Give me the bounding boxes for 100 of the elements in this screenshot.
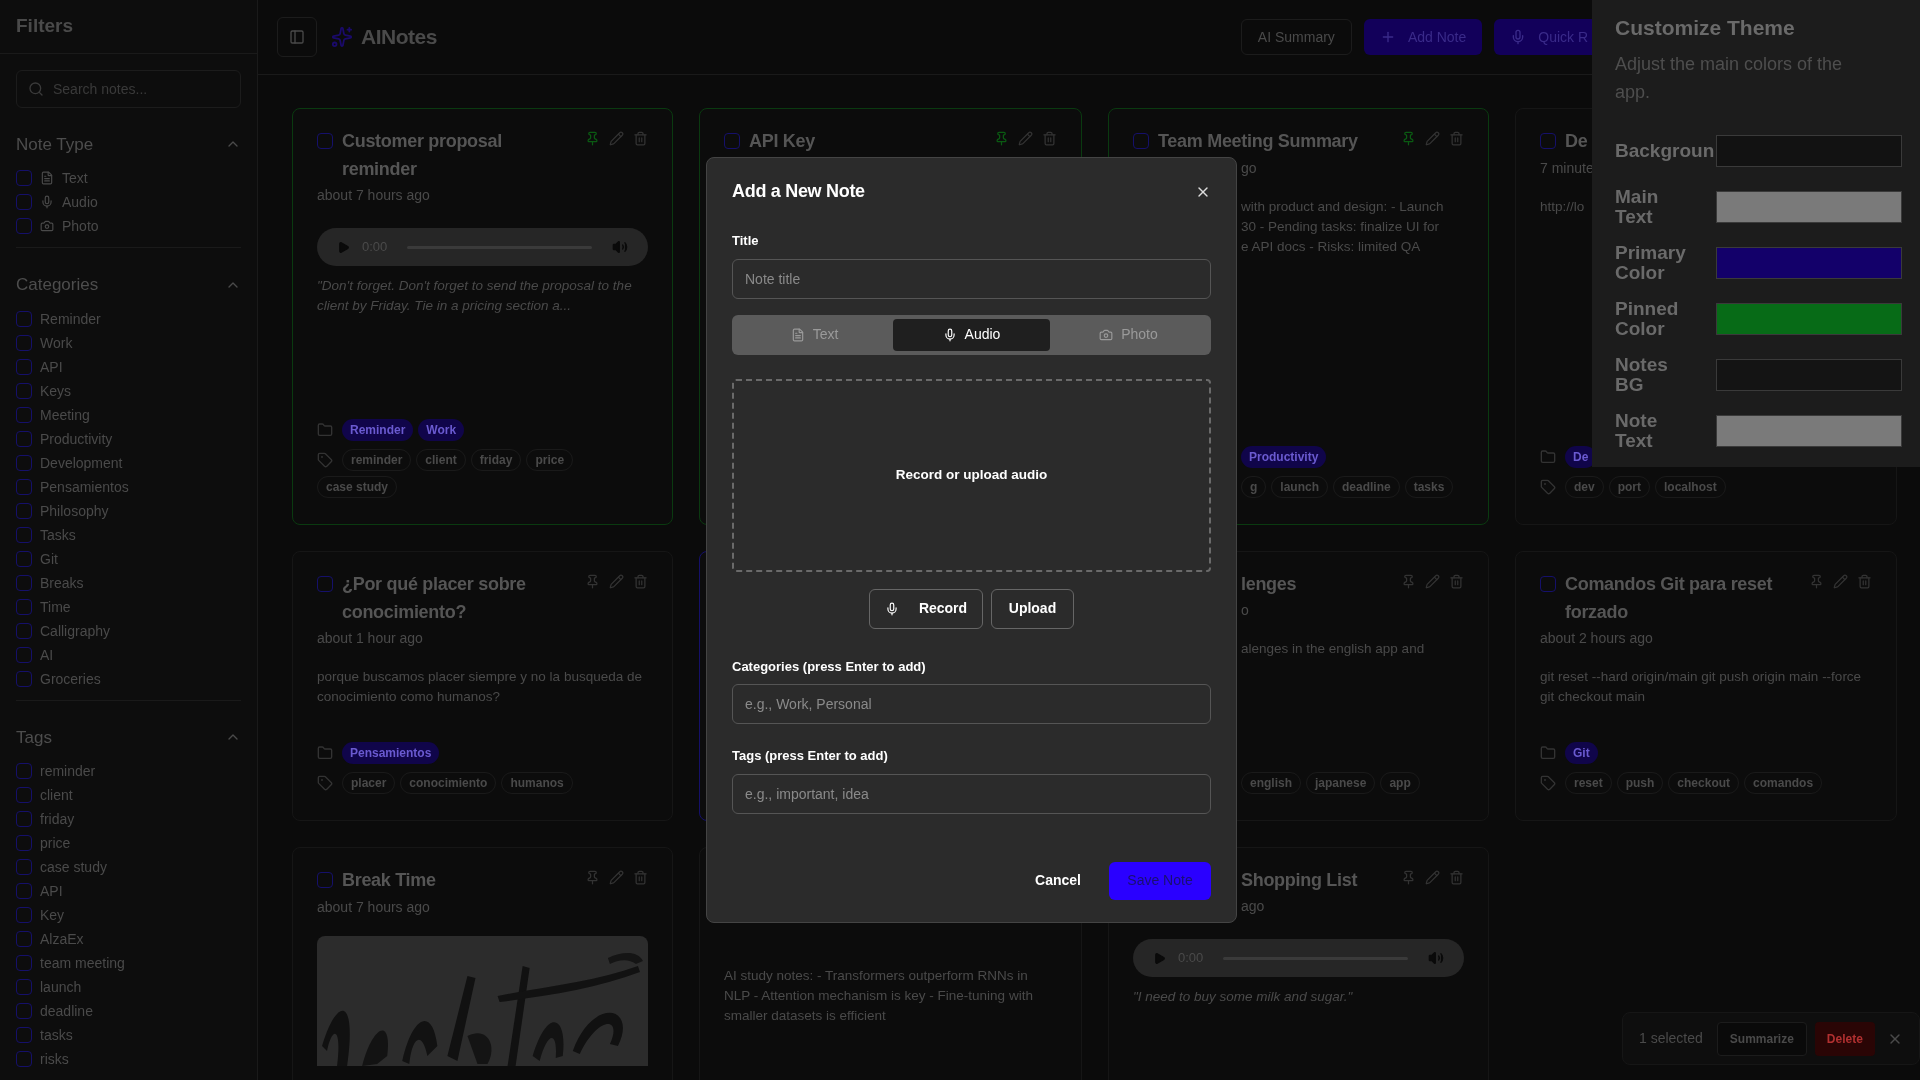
delete-icon[interactable]: [1857, 574, 1872, 589]
filter-label[interactable]: Pensamientos: [40, 479, 129, 494]
summarize-button[interactable]: Summarize: [1716, 1021, 1807, 1056]
upload-button[interactable]: Upload: [991, 588, 1074, 629]
edit-icon[interactable]: [1425, 870, 1440, 885]
checkbox[interactable]: [16, 310, 32, 327]
checkbox[interactable]: [1133, 133, 1149, 149]
drop-zone[interactable]: Record or upload audio: [732, 378, 1211, 572]
filter-label[interactable]: AlzaEx: [40, 932, 84, 946]
edit-icon[interactable]: [609, 870, 624, 885]
checkbox[interactable]: [16, 1027, 32, 1043]
checkbox[interactable]: [16, 883, 32, 899]
checkbox[interactable]: [16, 835, 32, 851]
filter-label[interactable]: team meeting: [40, 956, 125, 970]
type-tab[interactable]: Text: [736, 318, 893, 351]
filter-label[interactable]: Text: [62, 171, 88, 185]
filter-label[interactable]: tasks: [40, 1028, 73, 1042]
filter-label[interactable]: Calligraphy: [40, 623, 111, 638]
filter-label[interactable]: Meeting: [40, 407, 90, 422]
note-card[interactable]: Break Time about 7 hours ago: [292, 847, 673, 1080]
filter-label[interactable]: friday: [40, 812, 75, 826]
checkbox[interactable]: [16, 406, 32, 423]
play-icon[interactable]: [337, 240, 350, 254]
checkbox[interactable]: [16, 334, 32, 351]
checkbox[interactable]: [317, 133, 333, 149]
filter-label[interactable]: AI: [40, 647, 54, 662]
filter-label[interactable]: Groceries: [40, 671, 101, 686]
checkbox[interactable]: [16, 502, 32, 519]
filter-label[interactable]: Time: [40, 599, 71, 614]
pin-icon[interactable]: [1809, 574, 1824, 589]
edit-icon[interactable]: [609, 574, 624, 589]
checkbox[interactable]: [16, 574, 32, 591]
filter-label[interactable]: price: [40, 836, 71, 850]
filter-label[interactable]: API: [40, 359, 63, 374]
color-input[interactable]: [1716, 414, 1902, 447]
checkbox[interactable]: [16, 670, 32, 687]
pin-icon[interactable]: [585, 574, 600, 589]
checkbox[interactable]: [16, 358, 32, 375]
pin-icon[interactable]: [1401, 870, 1416, 885]
color-input[interactable]: [1716, 302, 1902, 335]
filter-label[interactable]: Breaks: [40, 575, 84, 590]
checkbox[interactable]: [16, 931, 32, 947]
checkbox[interactable]: [16, 194, 32, 210]
edit-icon[interactable]: [1425, 574, 1440, 589]
pin-icon[interactable]: [994, 131, 1009, 146]
volume-icon[interactable]: [612, 239, 628, 255]
pin-icon[interactable]: [1401, 131, 1416, 146]
input-field[interactable]: e.g., Work, Personal: [732, 684, 1211, 724]
delete-icon[interactable]: [1449, 574, 1464, 589]
checkbox[interactable]: [16, 811, 32, 827]
delete-icon[interactable]: [1449, 870, 1464, 885]
checkbox[interactable]: [16, 907, 32, 923]
filter-label[interactable]: risks: [40, 1052, 69, 1066]
sidebar-toggle-button[interactable]: [277, 17, 317, 57]
filter-label[interactable]: Work: [40, 335, 73, 350]
edit-icon[interactable]: [1833, 574, 1848, 589]
checkbox[interactable]: [16, 218, 32, 234]
delete-icon[interactable]: [633, 131, 648, 146]
checkbox[interactable]: [16, 454, 32, 471]
filter-label[interactable]: Tasks: [40, 527, 76, 542]
checkbox[interactable]: [1540, 576, 1556, 592]
checkbox[interactable]: [16, 550, 32, 567]
checkbox[interactable]: [16, 859, 32, 875]
note-card[interactable]: Comandos Git para reset forzado about 2 hours ago git reset --hard origin/main git push origin main --force git checkout main Git reset push checkout comandos: [1515, 551, 1897, 821]
checkbox[interactable]: [724, 133, 740, 149]
checkbox[interactable]: [16, 622, 32, 639]
filter-label[interactable]: Keys: [40, 383, 72, 398]
filter-label[interactable]: API: [40, 884, 63, 898]
filter-label[interactable]: Audio: [62, 195, 98, 209]
filter-label[interactable]: Key: [40, 908, 65, 922]
checkbox[interactable]: [16, 382, 32, 399]
filter-label[interactable]: Git: [40, 551, 58, 566]
filter-label[interactable]: reminder: [40, 764, 96, 778]
input-field[interactable]: Note title: [732, 258, 1211, 299]
checkbox[interactable]: [16, 787, 32, 803]
edit-icon[interactable]: [609, 131, 624, 146]
pin-icon[interactable]: [1401, 574, 1416, 589]
delete-icon[interactable]: [1042, 131, 1057, 146]
record-button[interactable]: Record: [869, 588, 983, 629]
checkbox[interactable]: [1540, 133, 1556, 149]
color-input[interactable]: [1716, 190, 1902, 223]
color-input[interactable]: [1716, 358, 1902, 391]
pin-icon[interactable]: [585, 131, 600, 146]
filter-label[interactable]: case study: [40, 860, 107, 874]
save-button[interactable]: Save Note: [1109, 861, 1211, 900]
checkbox[interactable]: [16, 763, 32, 779]
delete-icon[interactable]: [633, 574, 648, 589]
pin-icon[interactable]: [585, 870, 600, 885]
edit-icon[interactable]: [1425, 131, 1440, 146]
checkbox[interactable]: [16, 646, 32, 663]
checkbox[interactable]: [16, 430, 32, 447]
note-card[interactable]: [292, 108, 673, 525]
filter-label[interactable]: Photo: [62, 219, 99, 233]
filter-label[interactable]: Development: [40, 455, 123, 470]
filter-label[interactable]: client: [40, 788, 73, 802]
checkbox[interactable]: [16, 170, 32, 186]
checkbox[interactable]: [16, 979, 32, 995]
note-card[interactable]: ¿Por qué placer sobre conocimiento? about 1 hour ago porque buscamos placer siempre y no la busqueda de conocimiento como humanos? Pensamientos placer conocimiento humanos: [292, 551, 673, 821]
input-field[interactable]: e.g., important, idea: [732, 773, 1211, 814]
checkbox[interactable]: [16, 1051, 32, 1067]
